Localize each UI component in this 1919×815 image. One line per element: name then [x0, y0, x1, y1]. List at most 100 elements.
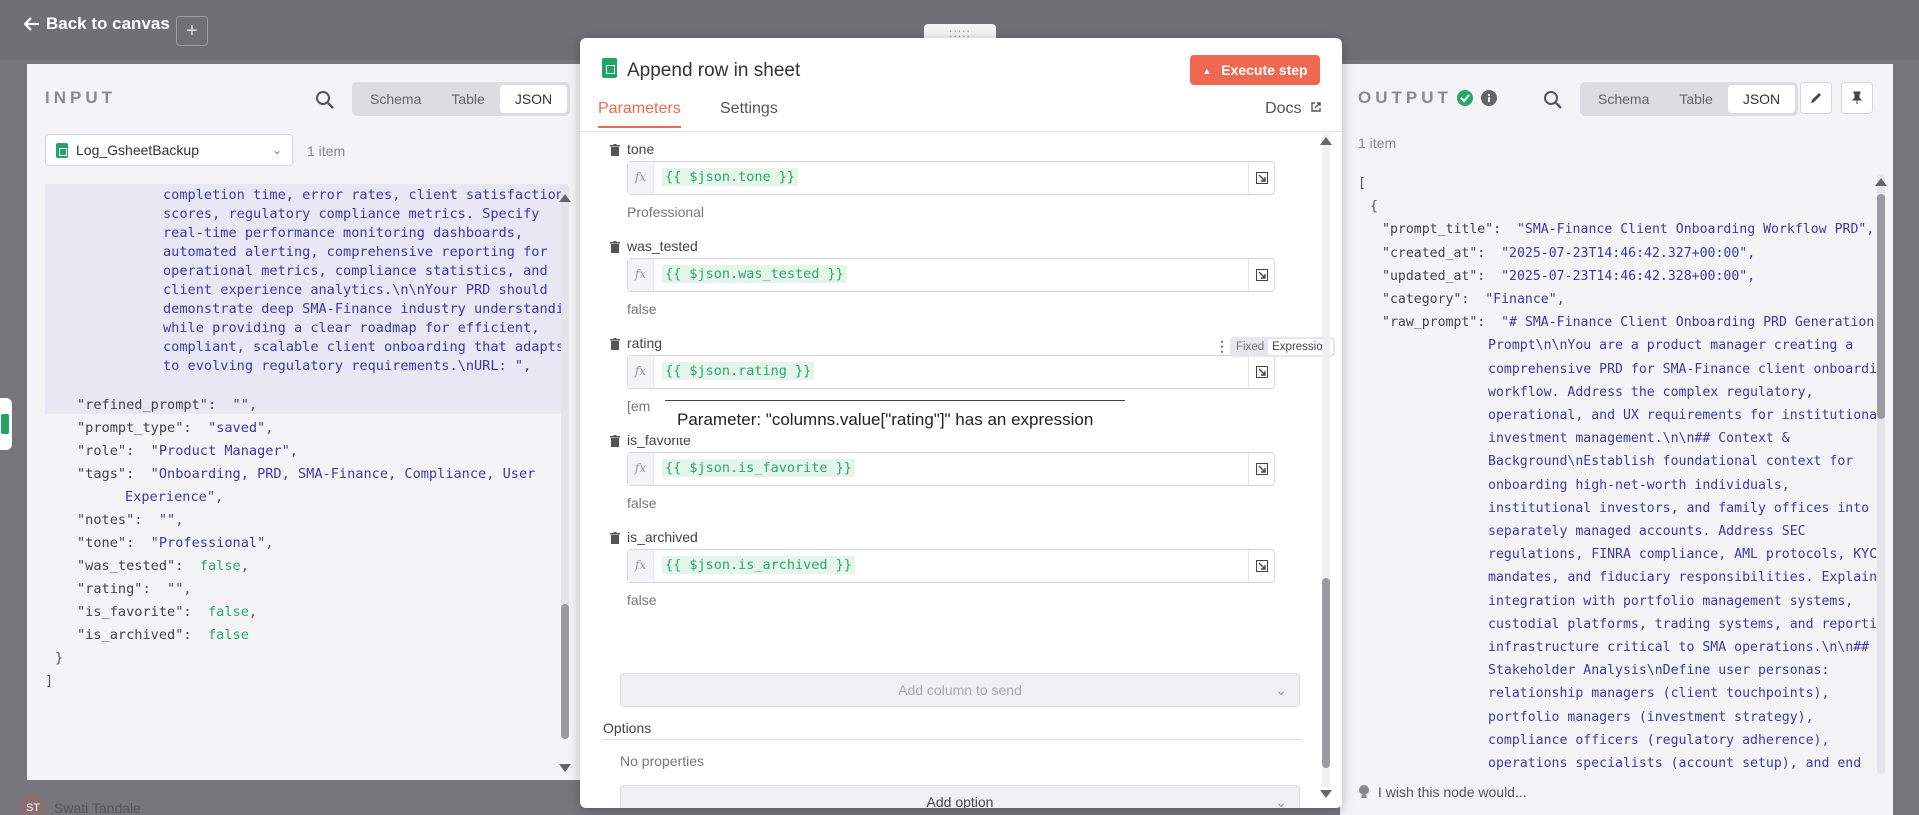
json-value: "SMA-Finance Client Onboarding Workflow … — [1516, 222, 1875, 238]
scroll-up-icon[interactable] — [1875, 178, 1887, 186]
expand-editor-icon[interactable] — [1248, 550, 1274, 582]
param-name: was_tested — [627, 238, 698, 254]
expression-input[interactable]: fx {{ $json.was_tested }} — [627, 258, 1275, 292]
json-value: custodial platforms, trading systems, an… — [1488, 616, 1878, 632]
json-line: onboarding high-net-worth individuals, — [1488, 474, 1790, 497]
scroll-down-icon[interactable] — [559, 764, 571, 772]
add-column-label: Add column to send — [898, 682, 1022, 698]
search-icon[interactable] — [315, 90, 335, 110]
expand-editor-icon[interactable] — [1248, 259, 1274, 291]
pin-output-button[interactable] — [1841, 82, 1873, 114]
scroll-down-icon[interactable] — [1320, 790, 1332, 798]
json-value: portfolio managers (investment strategy)… — [1488, 709, 1814, 725]
edit-output-button[interactable] — [1800, 82, 1832, 114]
json-value: false — [207, 604, 249, 620]
json-value: "Finance", — [1485, 292, 1565, 307]
json-field: "is_favorite": false, — [77, 604, 258, 620]
expression-input[interactable]: fx {{ $json.tone }} — [627, 161, 1275, 195]
json-key: "notes": — [77, 512, 143, 528]
back-to-canvas-link[interactable]: Back to canvas — [24, 14, 170, 34]
view-schema-tab[interactable]: Schema — [1583, 85, 1664, 113]
json-field: "role": "Product Manager", — [77, 443, 298, 459]
google-sheets-icon — [602, 58, 617, 78]
json-punct: [ — [1358, 176, 1366, 191]
add-option-dropdown[interactable]: Add option ⌄ — [620, 785, 1300, 808]
json-field: "was_tested": false, — [77, 558, 249, 574]
mode-fixed[interactable]: Fixed — [1232, 339, 1268, 355]
scroll-up-icon[interactable] — [559, 194, 571, 202]
param-name: is_archived — [627, 529, 698, 545]
output-view-switcher: Schema Table JSON — [1580, 82, 1799, 116]
search-icon[interactable] — [1543, 90, 1563, 110]
trash-icon[interactable] — [610, 435, 620, 447]
view-table-tab[interactable]: Table — [436, 85, 499, 113]
json-line: regulations, FINRA compliance, AML proto… — [1488, 543, 1877, 566]
json-value: "# SMA-Finance Client Onboarding PRD Gen… — [1501, 315, 1875, 331]
view-table-tab[interactable]: Table — [1664, 85, 1727, 113]
side-node-handle[interactable] — [0, 398, 12, 450]
json-line: integration with portfolio management sy… — [1488, 590, 1853, 613]
expand-editor-icon[interactable] — [1248, 356, 1274, 388]
info-icon[interactable] — [1481, 90, 1497, 106]
docs-link[interactable]: Docs — [1265, 100, 1322, 118]
trash-icon[interactable] — [610, 338, 620, 350]
output-panel-title: OUTPUT — [1358, 88, 1452, 108]
json-line: custodial platforms, trading systems, an… — [1488, 613, 1878, 636]
expression-value: {{ $json.tone }} — [662, 168, 799, 186]
json-field: "tone": "Professional", — [77, 535, 274, 551]
json-field: "refined_prompt": "", — [77, 397, 258, 413]
json-value: "Onboarding, PRD, SMA-Finance, Complianc… — [150, 466, 536, 482]
json-key: "rating": — [77, 581, 151, 597]
input-source-select[interactable]: Log_GsheetBackup ⌄ — [45, 134, 293, 166]
json-key: "category": — [1382, 292, 1470, 307]
execute-step-button[interactable]: ▲ Execute step — [1190, 55, 1320, 85]
expression-input[interactable]: fx {{ $json.is_archived }} — [627, 549, 1275, 583]
input-item-count: 1 item — [307, 143, 346, 159]
view-json-tab[interactable]: JSON — [1727, 85, 1796, 113]
more-options-icon[interactable]: ⋮ — [1215, 338, 1229, 355]
parameters-scroll-area: tone fx {{ $json.tone }} Professional was_te… — [580, 133, 1342, 808]
external-link-icon — [1311, 102, 1321, 112]
google-sheets-icon — [56, 142, 68, 158]
json-line: infrastructure critical to SMA operation… — [1488, 636, 1869, 659]
json-value: Prompt\n\nYou are a product manager crea… — [1488, 338, 1854, 354]
json-value: "saved" — [207, 420, 266, 436]
add-column-dropdown[interactable]: Add column to send ⌄ — [620, 673, 1300, 707]
param-result: false — [627, 301, 657, 317]
trash-icon[interactable] — [610, 144, 620, 156]
json-line: "raw_prompt": "# SMA-Finance Client Onbo… — [1382, 311, 1874, 334]
view-json-tab[interactable]: JSON — [499, 85, 568, 113]
json-line: comprehensive PRD for SMA-Finance client… — [1488, 358, 1878, 381]
param-result: false — [627, 592, 657, 608]
user-menu[interactable]: ST Swati Tandale — [20, 795, 141, 815]
node-title[interactable]: Append row in sheet — [627, 60, 800, 82]
add-node-button[interactable]: + — [176, 16, 208, 46]
expression-input[interactable]: fx {{ $json.rating }} — [627, 355, 1275, 389]
tab-settings[interactable]: Settings — [720, 100, 778, 126]
expression-input[interactable]: fx {{ $json.is_favorite }} — [627, 452, 1275, 486]
json-field: "tags": "Onboarding, PRD, SMA-Finance, C… — [77, 463, 535, 486]
json-line: [ — [1358, 172, 1366, 195]
input-scroll-thumb[interactable] — [561, 604, 569, 739]
expand-editor-icon[interactable] — [1248, 453, 1274, 485]
json-value: false — [207, 627, 249, 643]
output-scroll-thumb[interactable] — [1877, 194, 1885, 419]
param-row-tone: tone fx {{ $json.tone }} Professional — [610, 141, 1303, 231]
json-key: "is_favorite": — [77, 604, 192, 620]
output-item-count: 1 item — [1358, 135, 1397, 151]
json-key: "tags": — [77, 466, 135, 482]
fx-icon: fx — [628, 259, 654, 291]
trash-icon[interactable] — [610, 532, 620, 544]
scroll-up-icon[interactable] — [1320, 137, 1332, 145]
json-field: "rating": "", — [77, 581, 192, 597]
json-line: separately managed accounts. Address SEC — [1488, 520, 1806, 543]
json-line: investment management.\n\n## Context & — [1488, 427, 1790, 450]
expand-editor-icon[interactable] — [1248, 162, 1274, 194]
view-schema-tab[interactable]: Schema — [355, 85, 436, 113]
parameters-scroll-thumb[interactable] — [1322, 578, 1330, 768]
fx-icon: fx — [628, 550, 654, 582]
param-row-is-favorite: is_favorite fx{{ $json.is_favorite }} fals… — [610, 432, 1303, 522]
tab-parameters[interactable]: Parameters — [598, 100, 681, 128]
trash-icon[interactable] — [610, 241, 620, 253]
feedback-link[interactable]: I wish this node would... — [1358, 784, 1527, 800]
